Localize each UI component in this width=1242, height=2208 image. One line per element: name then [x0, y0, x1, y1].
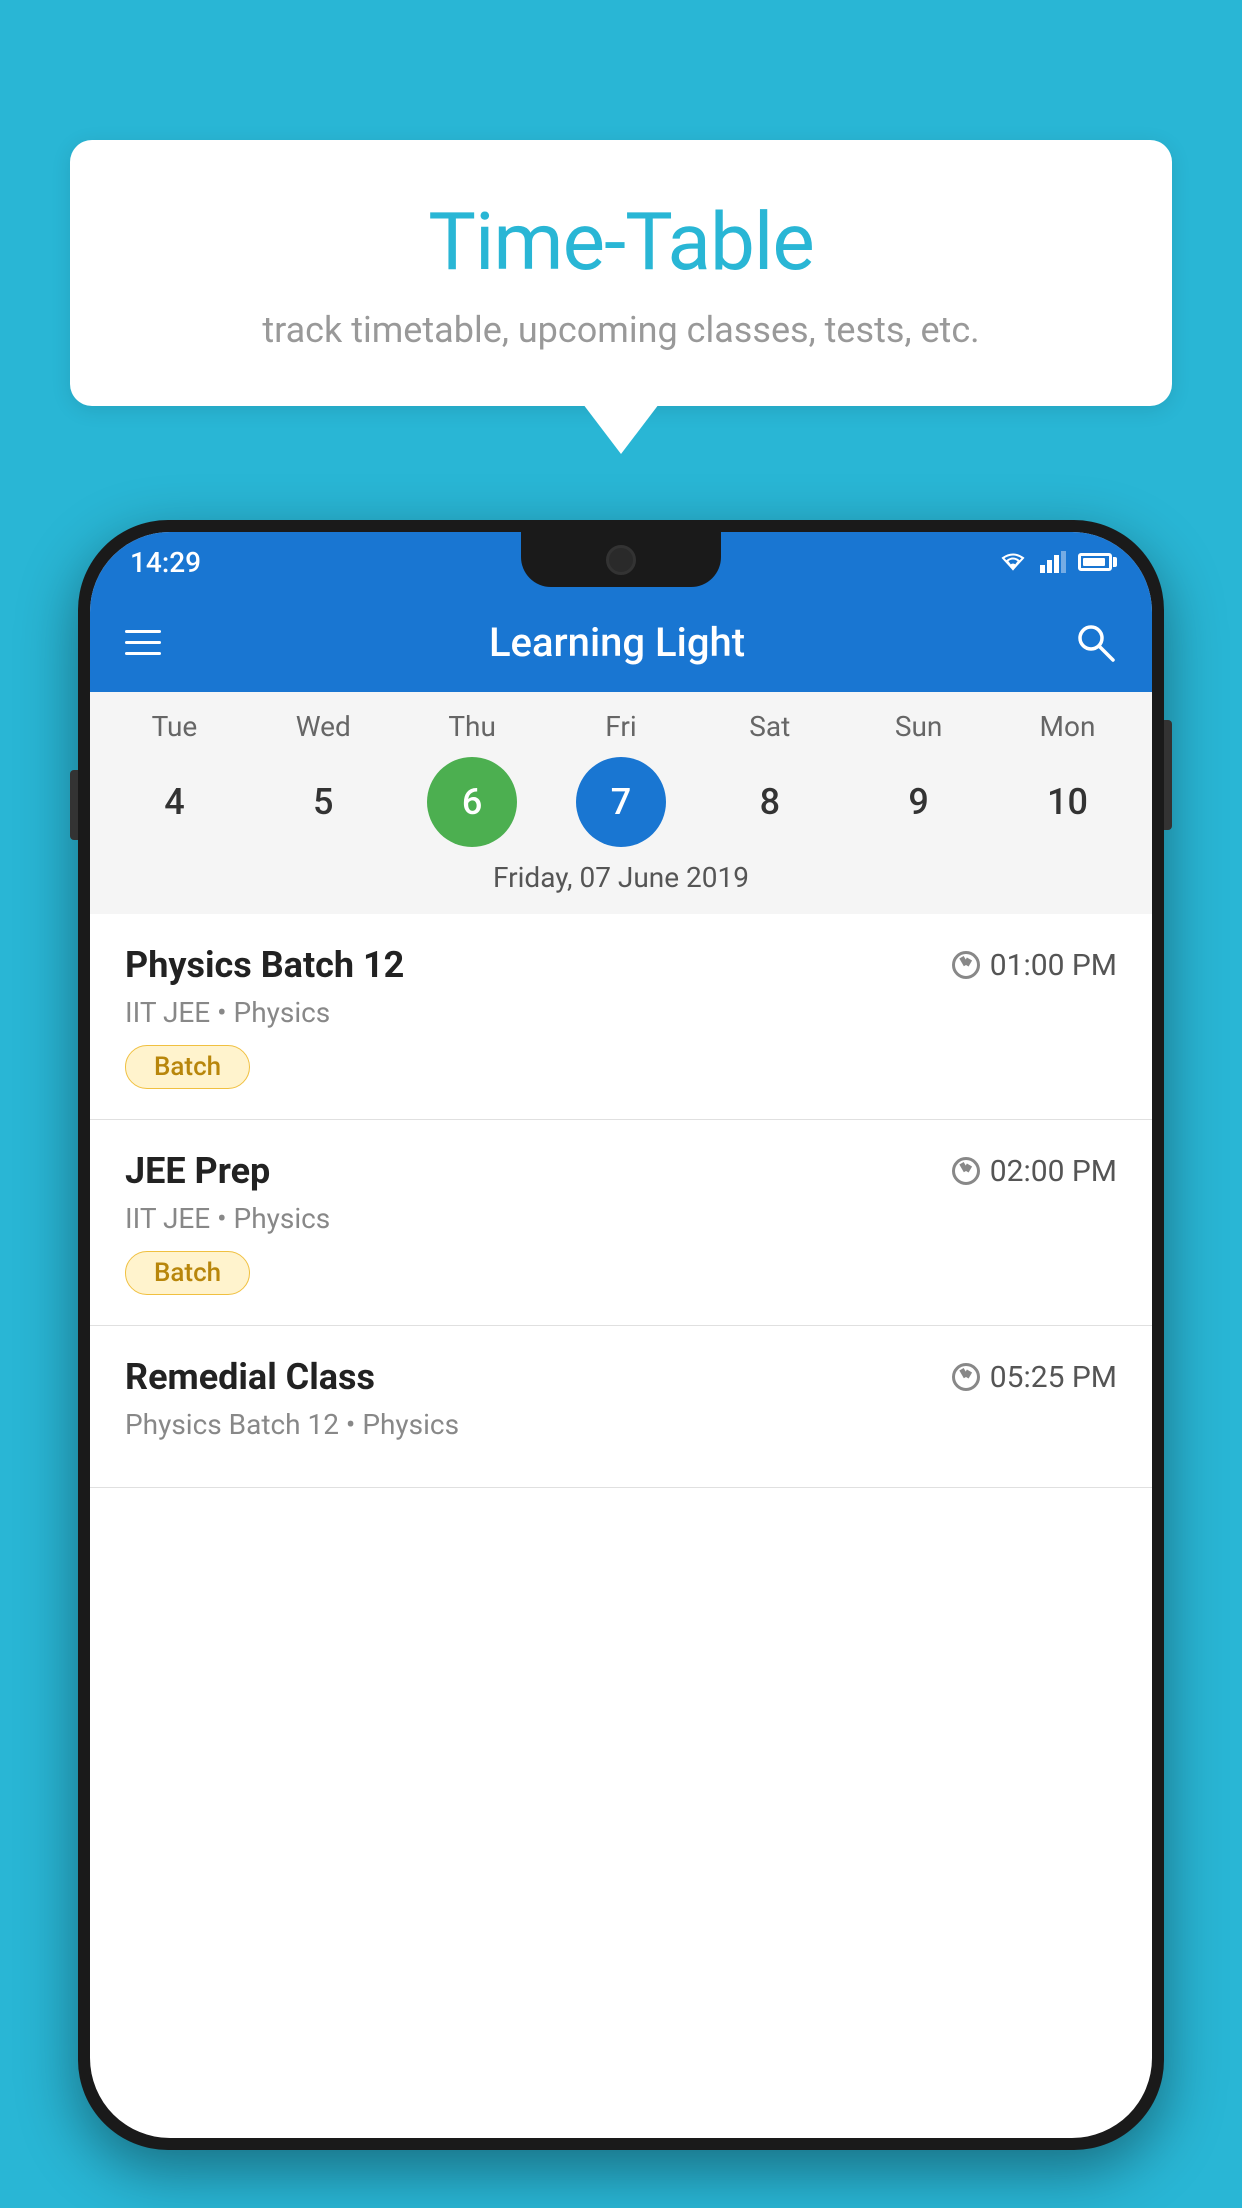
- day-5[interactable]: 5: [278, 757, 368, 847]
- day-header-tue: Tue: [114, 710, 234, 743]
- hamburger-menu-button[interactable]: [125, 630, 161, 655]
- day-7-selected[interactable]: 7: [576, 757, 666, 847]
- signal-icon: [1040, 551, 1066, 573]
- phone-camera: [606, 545, 636, 575]
- status-icons: [998, 551, 1112, 573]
- day-8[interactable]: 8: [725, 757, 815, 847]
- schedule-item-1[interactable]: Physics Batch 12 01:00 PM IIT JEE • Phys…: [90, 914, 1152, 1120]
- schedule-item-1-header: Physics Batch 12 01:00 PM: [125, 944, 1117, 986]
- schedule-item-1-time-text: 01:00 PM: [990, 948, 1117, 983]
- day-header-fri: Fri: [561, 710, 681, 743]
- search-icon: [1073, 620, 1117, 664]
- schedule-item-1-subtitle: IIT JEE • Physics: [125, 996, 1117, 1029]
- schedule-item-2-badge: Batch: [125, 1251, 250, 1295]
- schedule-item-2-header: JEE Prep 02:00 PM: [125, 1150, 1117, 1192]
- speech-bubble-title: Time-Table: [130, 195, 1112, 289]
- clock-icon-1: [952, 951, 980, 979]
- day-header-sun: Sun: [859, 710, 979, 743]
- schedule-item-3-header: Remedial Class 05:25 PM: [125, 1356, 1117, 1398]
- battery-icon: [1078, 553, 1112, 571]
- phone-outer: 14:29: [78, 520, 1164, 2150]
- schedule-item-3[interactable]: Remedial Class 05:25 PM Physics Batch 12…: [90, 1326, 1152, 1488]
- schedule-list: Physics Batch 12 01:00 PM IIT JEE • Phys…: [90, 914, 1152, 1488]
- clock-icon-2: [952, 1157, 980, 1185]
- phone-frame: 14:29: [78, 520, 1164, 2208]
- day-headers: Tue Wed Thu Fri Sat Sun Mon: [90, 710, 1152, 743]
- day-header-sat: Sat: [710, 710, 830, 743]
- schedule-item-2-title: JEE Prep: [125, 1150, 270, 1192]
- day-9[interactable]: 9: [874, 757, 964, 847]
- schedule-item-1-badge: Batch: [125, 1045, 250, 1089]
- selected-date-label: Friday, 07 June 2019: [90, 861, 1152, 902]
- hamburger-line: [125, 630, 161, 633]
- schedule-item-3-title: Remedial Class: [125, 1356, 375, 1398]
- speech-bubble-container: Time-Table track timetable, upcoming cla…: [70, 140, 1172, 406]
- clock-icon-3: [952, 1363, 980, 1391]
- hamburger-line: [125, 652, 161, 655]
- day-10[interactable]: 10: [1022, 757, 1112, 847]
- speech-bubble-subtitle: track timetable, upcoming classes, tests…: [130, 309, 1112, 351]
- app-title: Learning Light: [191, 619, 1043, 666]
- schedule-item-1-title: Physics Batch 12: [125, 944, 404, 986]
- schedule-item-3-time-text: 05:25 PM: [990, 1360, 1117, 1395]
- schedule-item-3-subtitle: Physics Batch 12 • Physics: [125, 1408, 1117, 1441]
- day-6-today[interactable]: 6: [427, 757, 517, 847]
- calendar-strip: Tue Wed Thu Fri Sat Sun Mon 4 5 6 7 8 9 …: [90, 692, 1152, 914]
- day-4[interactable]: 4: [129, 757, 219, 847]
- schedule-item-3-time: 05:25 PM: [952, 1360, 1117, 1395]
- day-header-mon: Mon: [1007, 710, 1127, 743]
- search-button[interactable]: [1073, 620, 1117, 664]
- schedule-item-2[interactable]: JEE Prep 02:00 PM IIT JEE • Physics Batc…: [90, 1120, 1152, 1326]
- app-bar: Learning Light: [90, 592, 1152, 692]
- schedule-item-1-time: 01:00 PM: [952, 948, 1117, 983]
- wifi-icon: [998, 551, 1028, 573]
- status-time: 14:29: [130, 546, 201, 579]
- day-header-wed: Wed: [263, 710, 383, 743]
- hamburger-line: [125, 641, 161, 644]
- phone-screen: 14:29: [90, 532, 1152, 2138]
- day-header-thu: Thu: [412, 710, 532, 743]
- schedule-item-2-subtitle: IIT JEE • Physics: [125, 1202, 1117, 1235]
- power-button[interactable]: [1164, 720, 1172, 830]
- day-numbers: 4 5 6 7 8 9 10: [90, 757, 1152, 847]
- volume-button[interactable]: [70, 770, 78, 840]
- speech-bubble: Time-Table track timetable, upcoming cla…: [70, 140, 1172, 406]
- schedule-item-2-time-text: 02:00 PM: [990, 1154, 1117, 1189]
- phone-notch: [521, 532, 721, 587]
- schedule-item-2-time: 02:00 PM: [952, 1154, 1117, 1189]
